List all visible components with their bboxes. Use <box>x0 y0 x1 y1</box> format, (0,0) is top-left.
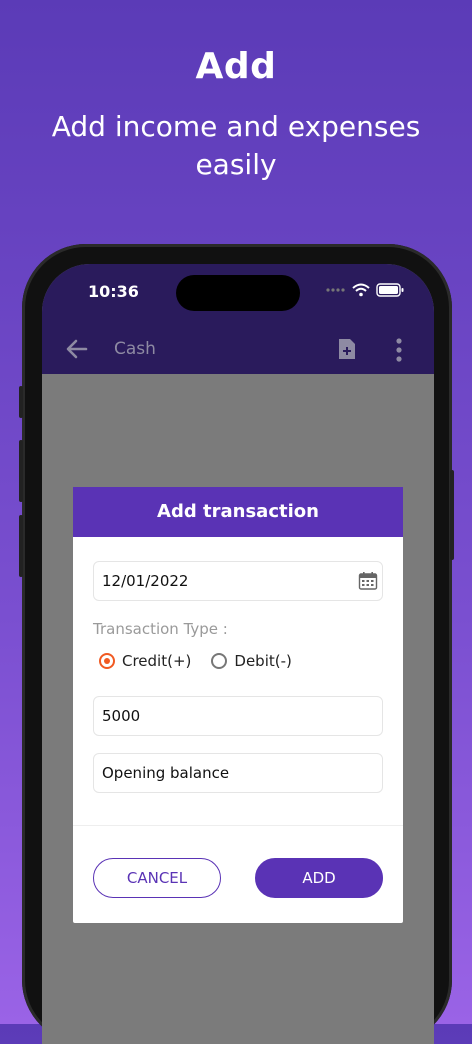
dialog-title: Add transaction <box>73 487 403 537</box>
date-value: 12/01/2022 <box>102 572 189 590</box>
transaction-type-radio-group: Credit(+) Debit(-) <box>99 652 312 670</box>
signal-icon <box>326 288 345 292</box>
amount-field[interactable]: 5000 <box>93 696 383 736</box>
amount-value: 5000 <box>102 707 141 725</box>
app-bar-title: Cash <box>114 339 156 359</box>
back-arrow-icon[interactable] <box>64 336 90 362</box>
promo-title: Add <box>195 46 277 87</box>
radio-unselected-icon <box>211 653 228 669</box>
phone-screen: 10:36 Cash Add transaction 12/01/2022 Tr… <box>42 264 434 1044</box>
add-button[interactable]: ADD <box>255 858 383 898</box>
add-document-icon[interactable] <box>338 338 356 360</box>
status-bar: 10:36 <box>42 264 434 326</box>
radio-selected-icon <box>99 653 115 669</box>
app-bar: Cash <box>42 326 434 374</box>
note-value: Opening balance <box>102 764 230 782</box>
transaction-type-label: Transaction Type : <box>93 620 228 638</box>
radio-debit-label: Debit(-) <box>234 652 292 670</box>
date-field[interactable]: 12/01/2022 <box>93 561 383 601</box>
wifi-icon <box>352 283 370 297</box>
radio-debit[interactable]: Debit(-) <box>211 652 292 670</box>
phone-side-button <box>19 386 23 418</box>
note-field[interactable]: Opening balance <box>93 753 383 793</box>
phone-volume-down <box>19 515 23 577</box>
cancel-button[interactable]: CANCEL <box>93 858 221 898</box>
add-transaction-dialog: Add transaction 12/01/2022 Transaction T… <box>73 487 403 923</box>
status-icons <box>326 283 404 297</box>
dialog-divider <box>73 825 403 826</box>
calendar-icon[interactable] <box>358 571 378 591</box>
dynamic-island <box>176 275 300 311</box>
radio-credit[interactable]: Credit(+) <box>99 652 191 670</box>
phone-volume-up <box>19 440 23 502</box>
promo-subtitle: Add income and expenses easily <box>51 110 421 181</box>
battery-icon <box>376 283 404 297</box>
radio-credit-label: Credit(+) <box>122 652 192 670</box>
status-time: 10:36 <box>88 282 139 301</box>
more-options-icon[interactable] <box>392 337 406 363</box>
phone-power-button <box>450 470 454 560</box>
